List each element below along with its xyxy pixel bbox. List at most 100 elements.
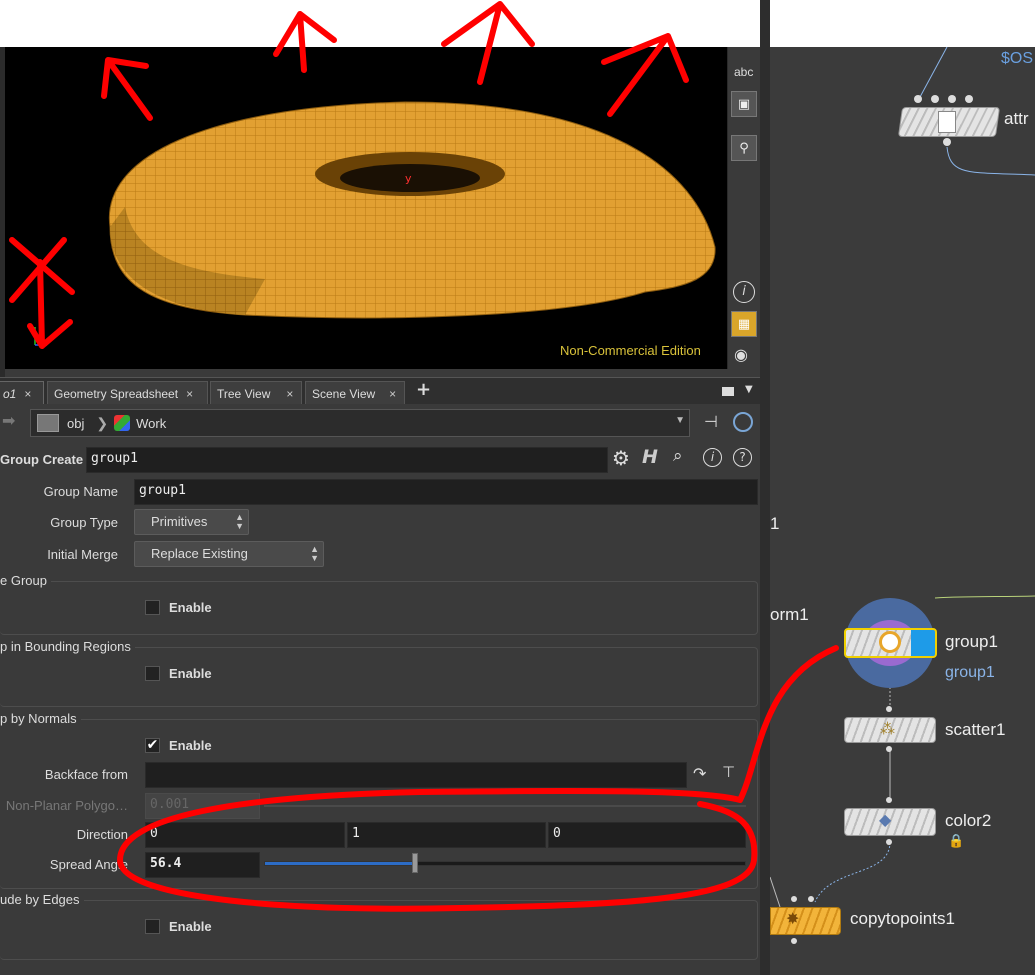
slider-fill [265,862,416,865]
section-title: p by Normals [0,711,81,726]
path-separator-icon: ❯ [96,414,109,431]
maximize-pane-icon[interactable] [722,387,734,396]
nonplanar-slider[interactable] [264,805,746,807]
info-icon[interactable]: i [703,448,722,467]
partial-node-label: orm1 [770,605,809,624]
path-work[interactable]: Work [136,416,166,431]
obj-context-icon [37,414,59,432]
path-bar: ➡ obj ❯ Work ▼ ⊣ [0,404,760,440]
backface-label: Backface from [44,767,128,782]
updown-arrow-icon: ▲ ▼ [310,544,319,563]
lock-icon[interactable]: 🔒 [948,834,964,849]
normals-section: p by Normals ✔ Enable Backface from ↷ ⊤ … [0,711,758,889]
node-label: group1 [945,632,998,651]
node-label: attr [1004,109,1029,128]
nonplanar-field[interactable]: 0.001 [145,793,260,819]
tab-scene-view[interactable]: Scene View × [305,381,405,405]
tab-label: Geometry Spreadsheet [54,386,179,401]
edges-section: ude by Edges Enable [0,892,758,960]
pane-divider[interactable] [760,0,770,975]
close-icon[interactable]: × [24,387,31,401]
node-type-label: Group Create [0,452,84,467]
select-tool-icon[interactable]: ⊤ [722,763,735,781]
tab-parameters[interactable]: o1 × [0,381,44,405]
path-dropdown-icon[interactable]: ▼ [675,415,685,426]
close-icon[interactable]: × [186,387,193,401]
base-group-checkbox[interactable] [145,600,160,615]
section-title: ude by Edges [0,892,84,907]
group-type-value: Primitives [151,514,208,529]
initial-merge-value: Replace Existing [151,546,248,561]
node-copytopoints1[interactable] [770,907,841,935]
background-image-icon[interactable]: ▣ [731,91,757,117]
group-type-menu[interactable]: Primitives ▲ ▼ [134,509,249,535]
help-icon[interactable]: ? [733,448,752,467]
color-icon: ◆ [879,810,892,829]
add-tab-icon[interactable]: + [416,379,431,400]
bounding-checkbox[interactable] [145,666,160,681]
group-name-label: Group Name [43,484,118,499]
direction-z-field[interactable]: 0 [548,822,746,848]
normals-checkbox[interactable]: ✔ [145,738,160,753]
node-label: scatter1 [945,720,1006,739]
close-icon[interactable]: × [389,387,396,401]
tab-geometry-spreadsheet[interactable]: Geometry Spreadsheet × [47,381,208,405]
tab-label: Scene View [312,386,376,401]
redo-arrow-icon[interactable]: ↷ [693,764,706,783]
layout-grid-icon[interactable]: ▦ [731,311,757,337]
updown-arrow-icon: ▲ ▼ [235,512,244,531]
direction-label: Direction [76,827,128,842]
copy-to-points-icon: ✸ [786,909,800,928]
direction-x-field[interactable]: 0 [145,822,345,848]
forward-arrow-icon[interactable]: ➡ [2,411,15,430]
eye-icon[interactable]: ◉ [734,345,748,364]
edges-checkbox[interactable] [145,919,160,934]
tab-label: o1 [3,386,17,401]
nonplanar-label: Non-Planar Polygo… [5,798,128,813]
close-icon[interactable]: × [286,387,293,401]
group-name-field[interactable]: group1 [134,479,758,505]
spread-angle-field[interactable]: 56.4 [145,852,260,878]
pin-pane-icon[interactable]: ⊣ [704,412,718,431]
initial-merge-menu[interactable]: Replace Existing ▲ ▼ [134,541,324,567]
attrib-wrangle-icon [938,111,956,133]
top-margin [0,0,1035,47]
checkbox-label: Enable [169,919,212,934]
gear-icon[interactable]: ⚙ [612,446,630,470]
watermark-text: Non-Commercial Edition [560,343,701,358]
link-pane-icon[interactable] [733,412,753,432]
backface-field[interactable] [145,762,687,788]
parameter-pane: Group Create group1 ⚙ H ⌕ i ? Group Name… [0,440,760,975]
os-label: $OS [1001,50,1034,67]
info-icon[interactable]: i [733,281,755,303]
scene-viewport[interactable]: y Non-Commercial Edition [5,47,727,369]
direction-y-field[interactable]: 1 [347,822,546,848]
network-editor[interactable]: $OS attr 1 orm1 group1 group1 ⁂ scatter1… [770,47,1035,975]
section-title: e Group [0,573,51,588]
group-type-label: Group Type [50,515,118,530]
pane-tab-bar: o1 × Geometry Spreadsheet × Tree View × Sce… [0,377,760,405]
hda-icon[interactable]: H [642,446,658,468]
spread-angle-slider[interactable] [264,853,746,873]
scatter-icon: ⁂ [880,720,895,738]
tab-label: Tree View [217,386,271,401]
network-path[interactable]: obj ❯ Work ▼ [30,409,690,437]
chevron-down-icon[interactable]: ▼ [745,384,753,395]
slider-handle[interactable] [412,853,419,873]
geo-object-icon [114,415,131,431]
node-label: copytopoints1 [850,909,955,928]
checkbox-label: Enable [169,600,212,615]
path-obj[interactable]: obj [67,416,84,431]
tab-tree-view[interactable]: Tree View × [210,381,302,405]
partial-node-label: 1 [770,514,780,533]
bounding-section: p in Bounding Regions Enable [0,639,758,707]
checkbox-label: Enable [169,666,212,681]
spread-angle-label: Spread Angle [49,857,128,872]
section-title: p in Bounding Regions [0,639,135,654]
node-name-field[interactable]: group1 [86,447,608,473]
group-icon [879,631,901,653]
text-tool-label[interactable]: abc [734,65,753,79]
node-sublabel: group1 [945,664,995,681]
pin-icon[interactable]: ⚲ [731,135,757,161]
search-icon[interactable]: ⌕ [673,446,683,466]
